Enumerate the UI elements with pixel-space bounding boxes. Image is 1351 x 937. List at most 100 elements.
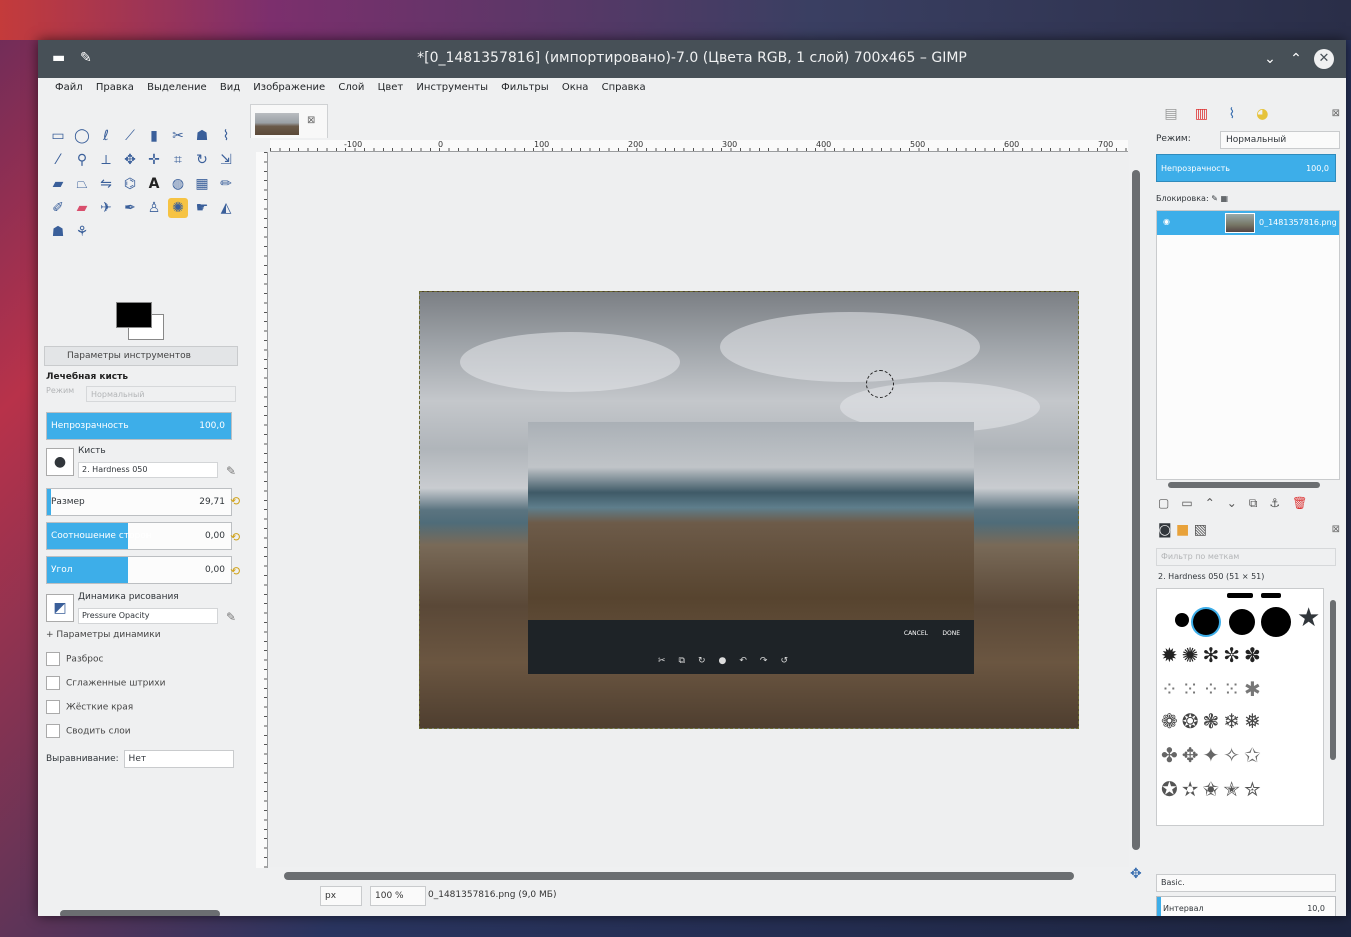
brush-grid[interactable]: ★ ✹✺✻✼✽ ⁘⁙⁘⁙✱ ❁❂❃❄❅ ✤✥✦✧✩ ✪✫✬✭✮ xyxy=(1156,588,1324,826)
checkbox[interactable] xyxy=(46,676,60,690)
eraser-icon[interactable]: ▰ xyxy=(72,198,92,218)
dynamics-edit-icon[interactable]: ✎ xyxy=(226,610,240,624)
menu-filters[interactable]: Фильтры xyxy=(496,78,553,97)
align-icon[interactable]: ✛ xyxy=(144,150,164,170)
star-brush-icon[interactable]: ★ xyxy=(1297,603,1320,633)
spacing-slider[interactable]: Интервал 10,0 xyxy=(1156,896,1336,916)
scissors-icon[interactable]: ✂ xyxy=(168,126,188,146)
check-smooth[interactable]: Сглаженные штрихи xyxy=(46,676,165,694)
mode-select[interactable]: Нормальный xyxy=(86,386,236,402)
texture-brushes-row[interactable]: ⁘⁙⁘⁙✱ xyxy=(1161,677,1265,701)
patterns-tab-icon[interactable]: ■ xyxy=(1176,522,1189,538)
visibility-eye-icon[interactable]: ◉ xyxy=(1163,217,1170,226)
channels-tab-icon[interactable]: ▥ xyxy=(1188,106,1214,122)
fuzzy-select-icon[interactable]: ⟋ xyxy=(120,126,140,146)
menu-windows[interactable]: Окна xyxy=(557,78,594,97)
menu-edit[interactable]: Правка xyxy=(91,78,139,97)
layer-mode-select[interactable]: Нормальный xyxy=(1220,131,1340,149)
duplicate-layer-icon[interactable]: ⧉ xyxy=(1249,496,1270,510)
image-tab-close-icon[interactable]: ⊠ xyxy=(307,115,315,126)
checkbox[interactable] xyxy=(46,700,60,714)
cage-icon[interactable]: ⌬ xyxy=(120,174,140,194)
brush-dock-close-icon[interactable]: ⊠ xyxy=(1332,524,1340,535)
rotate-icon[interactable]: ↻ xyxy=(192,150,212,170)
blend-icon[interactable]: ▦ xyxy=(192,174,212,194)
raise-layer-icon[interactable]: ⌃ xyxy=(1205,496,1227,510)
lock-alpha-icon[interactable]: ▦ xyxy=(1220,194,1228,203)
dynamics-params-expander[interactable]: + Параметры динамики xyxy=(46,630,161,648)
menu-tools[interactable]: Инструменты xyxy=(411,78,493,97)
color-select-icon[interactable]: ▮ xyxy=(144,126,164,146)
new-layer-group-icon[interactable]: ▭ xyxy=(1181,496,1204,510)
perspective-icon[interactable]: ⏢ xyxy=(72,174,92,194)
rect-select-icon[interactable]: ▭ xyxy=(48,126,68,146)
texture-brushes-row[interactable]: ✤✥✦✧✩ xyxy=(1161,743,1265,767)
ratio-reset-icon[interactable]: ⟲ xyxy=(230,530,244,544)
angle-slider[interactable]: Угол 0,00 xyxy=(46,556,232,584)
brush-swatch-selected[interactable] xyxy=(1193,609,1219,635)
foreground-select-icon[interactable]: ☗ xyxy=(192,126,212,146)
dock-close-icon[interactable]: ⊠ xyxy=(1332,108,1340,119)
size-slider[interactable]: Размер 29,71 xyxy=(46,488,232,516)
crop-icon[interactable]: ⌗ xyxy=(168,150,188,170)
checkbox[interactable] xyxy=(46,652,60,666)
brush-tag-filter[interactable]: Фильтр по меткам xyxy=(1156,548,1336,566)
undo-tab-icon[interactable]: ◕ xyxy=(1249,106,1275,122)
anchor-layer-icon[interactable]: ⚓ xyxy=(1269,496,1292,510)
paths-icon[interactable]: ⌇ xyxy=(216,126,236,146)
horizontal-scrollbar[interactable] xyxy=(284,872,1074,880)
texture-brushes-row[interactable]: ✹✺✻✼✽ xyxy=(1161,643,1265,667)
align-select[interactable]: Нет xyxy=(123,750,234,768)
texture-brushes-row[interactable]: ❁❂❃❄❅ xyxy=(1161,709,1265,733)
navigate-icon[interactable]: ✥ xyxy=(1130,866,1142,882)
brush-set-select[interactable]: Basic. xyxy=(1156,874,1336,892)
color-picker-icon[interactable]: ⁄ xyxy=(48,150,68,170)
brush-edit-icon[interactable]: ✎ xyxy=(226,464,240,478)
brush-swatch[interactable] xyxy=(1261,607,1291,637)
menu-help[interactable]: Справка xyxy=(597,78,651,97)
measure-icon[interactable]: ⟂ xyxy=(96,150,116,170)
menu-image[interactable]: Изображение xyxy=(248,78,330,97)
menu-layer[interactable]: Слой xyxy=(333,78,369,97)
brush-thumbnail[interactable]: ● xyxy=(46,448,74,476)
shear-icon[interactable]: ▰ xyxy=(48,174,68,194)
free-select-icon[interactable]: ℓ xyxy=(96,126,116,146)
angle-reset-icon[interactable]: ⟲ xyxy=(230,564,244,578)
zoom-icon[interactable]: ⚲ xyxy=(72,150,92,170)
text-icon[interactable]: A xyxy=(144,174,164,194)
tool-options-tab[interactable]: Параметры инструментов ⊠ xyxy=(44,346,269,366)
ellipse-select-icon[interactable]: ◯ xyxy=(72,126,92,146)
check-sample-merged[interactable]: Сводить слои xyxy=(46,724,131,742)
vertical-scrollbar[interactable] xyxy=(1132,170,1140,850)
maximize-icon[interactable]: ⌃ xyxy=(1286,49,1306,69)
foreground-color-front[interactable] xyxy=(116,302,152,328)
brush-swatch[interactable] xyxy=(1261,593,1281,598)
zoom-select[interactable]: 100 % xyxy=(370,886,426,906)
pencil-icon[interactable]: ✏ xyxy=(216,174,236,194)
menu-view[interactable]: Вид xyxy=(215,78,245,97)
size-reset-icon[interactable]: ⟲ xyxy=(230,494,244,508)
dynamics-name-field[interactable]: Pressure Opacity xyxy=(78,608,218,624)
bucket-fill-icon[interactable]: ◍ xyxy=(168,174,188,194)
perspective-clone-icon[interactable]: ☗ xyxy=(48,222,68,242)
dodge-burn-icon[interactable]: ◭ xyxy=(216,198,236,218)
blur-icon[interactable]: ⚘ xyxy=(72,222,92,242)
menu-select[interactable]: Выделение xyxy=(142,78,212,97)
airbrush-icon[interactable]: ✈ xyxy=(96,198,116,218)
layers-tab-icon[interactable]: ▤ xyxy=(1158,106,1184,122)
opacity-slider[interactable]: Непрозрачность 100,0 xyxy=(46,412,232,440)
new-layer-icon[interactable]: ▢ xyxy=(1158,496,1181,510)
lower-layer-icon[interactable]: ⌄ xyxy=(1227,496,1249,510)
image-canvas[interactable]: CANCEL DONE ✂⧉↻●↶↷↺ xyxy=(269,153,1129,867)
smudge-icon[interactable]: ☛ xyxy=(192,198,212,218)
layer-list-scrollbar[interactable] xyxy=(1168,482,1320,488)
clone-icon[interactable]: ♙ xyxy=(144,198,164,218)
move-icon[interactable]: ✥ xyxy=(120,150,140,170)
brush-swatch[interactable] xyxy=(1175,613,1189,627)
flip-icon[interactable]: ⇋ xyxy=(96,174,116,194)
brush-name-field[interactable]: 2. Hardness 050 xyxy=(78,462,218,478)
menu-colors[interactable]: Цвет xyxy=(373,78,409,97)
layer-row[interactable]: ◉ 0_1481357816.png xyxy=(1157,211,1339,235)
check-jitter[interactable]: Разброс xyxy=(46,652,103,670)
photo-layer[interactable]: CANCEL DONE ✂⧉↻●↶↷↺ xyxy=(419,291,1079,729)
